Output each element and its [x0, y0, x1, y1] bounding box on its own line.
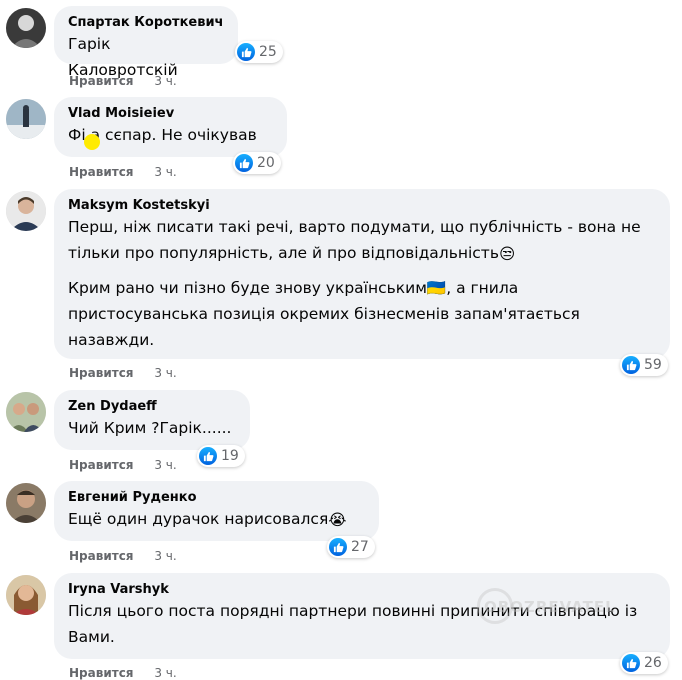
comment-actions: Нравится 3 ч. — [69, 165, 177, 179]
like-count: 20 — [257, 155, 275, 171]
comment-text: Крим рано чи пізно буде знову українськи… — [68, 275, 656, 354]
reaction-count[interactable]: 59 — [620, 354, 668, 376]
comment-time[interactable]: 3 ч. — [154, 165, 176, 179]
like-button[interactable]: Нравится — [69, 74, 134, 88]
like-button[interactable]: Нравится — [69, 366, 134, 380]
avatar[interactable] — [6, 191, 46, 231]
comment-author[interactable]: Zen Dydaeff — [68, 398, 236, 415]
reaction-count[interactable]: 20 — [233, 152, 281, 174]
ukraine-flag-emoji: 🇺🇦 — [426, 279, 447, 297]
comment-text: Ещё один дурачок нарисовался😭 — [68, 506, 365, 533]
comment-time[interactable]: 3 ч. — [154, 458, 176, 472]
comment-text-para2a: Крим рано чи пізно буде знову українськи… — [68, 278, 427, 297]
like-reaction-icon — [329, 538, 347, 556]
comment-actions: Нравится 3 ч. — [69, 549, 177, 563]
crying-face-emoji: 😭 — [328, 510, 347, 529]
comment-author[interactable]: Vlad Moisieiev — [68, 105, 273, 122]
comment-author[interactable]: Спартак Короткевич — [68, 14, 224, 31]
reaction-count[interactable]: 27 — [327, 536, 375, 558]
like-count: 26 — [644, 655, 662, 671]
comment-bubble: Zen Dydaeff Чий Крим ?Гарік...... — [54, 390, 250, 450]
like-reaction-icon — [622, 654, 640, 672]
reaction-count[interactable]: 26 — [620, 652, 668, 674]
reaction-count[interactable]: 19 — [197, 445, 245, 467]
like-reaction-icon — [237, 43, 255, 61]
comment-time[interactable]: 3 ч. — [154, 74, 176, 88]
avatar[interactable] — [6, 392, 46, 432]
like-button[interactable]: Нравится — [69, 165, 134, 179]
comment-author[interactable]: Евгений Руденко — [68, 489, 365, 506]
avatar[interactable] — [6, 575, 46, 615]
comment-author[interactable]: Iryna Varshyk — [68, 581, 656, 598]
comment-actions: Нравится 3 ч. — [69, 74, 177, 88]
like-button[interactable]: Нравится — [69, 458, 134, 472]
watermark-text: OBOZREVATEL — [484, 598, 616, 616]
comment-actions: Нравится 3 ч. — [69, 366, 177, 380]
comment-bubble: Спартак Короткевич Гарік Каловротскій — [54, 6, 238, 79]
avatar[interactable] — [6, 99, 46, 139]
comment-bubble: Iryna Varshyk Після цього поста порядні … — [54, 573, 670, 659]
comment-actions: Нравится 3 ч. — [69, 458, 177, 472]
unamused-face-emoji: 😒 — [498, 244, 516, 263]
avatar[interactable] — [6, 8, 46, 48]
yellow-dot-overlay — [84, 134, 100, 150]
comment-time[interactable]: 3 ч. — [154, 366, 176, 380]
reaction-count[interactable]: 25 — [235, 41, 283, 63]
comment-time[interactable]: 3 ч. — [154, 549, 176, 563]
like-count: 27 — [351, 539, 369, 555]
like-count: 25 — [259, 44, 277, 60]
comment-author[interactable]: Maksym Kostetskyi — [68, 197, 656, 214]
like-reaction-icon — [622, 356, 640, 374]
like-reaction-icon — [235, 154, 253, 172]
like-reaction-icon — [199, 447, 217, 465]
like-count: 59 — [644, 357, 662, 373]
comment-text: Чий Крим ?Гарік...... — [68, 419, 232, 437]
comment-bubble: Евгений Руденко Ещё один дурачок нарисов… — [54, 481, 379, 541]
comment-bubble: Maksym Kostetskyi Перш, ніж писати такі … — [54, 189, 670, 359]
comment-text: Перш, ніж писати такі речі, варто подума… — [68, 214, 656, 267]
comment-text-body: Ещё один дурачок нарисовался — [68, 510, 329, 528]
like-button[interactable]: Нравится — [69, 549, 134, 563]
comment-text-para1: Перш, ніж писати такі речі, варто подума… — [68, 218, 641, 262]
avatar[interactable] — [6, 483, 46, 523]
like-count: 19 — [221, 448, 239, 464]
